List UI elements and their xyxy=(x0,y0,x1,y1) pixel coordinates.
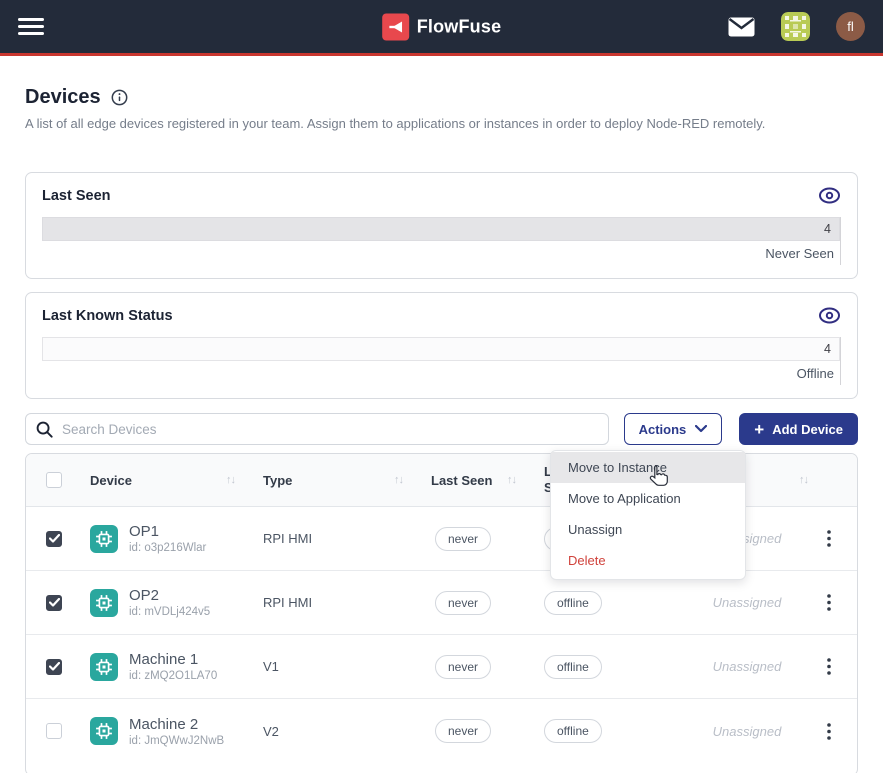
kebab-menu-icon[interactable] xyxy=(823,526,835,551)
last-seen-badge: never xyxy=(435,719,491,743)
sort-icon[interactable]: ↑↓ xyxy=(799,474,808,486)
device-name[interactable]: Machine 2 xyxy=(129,716,224,733)
sort-icon[interactable]: ↑↓ xyxy=(394,474,403,486)
col-type: Type ↑↓ xyxy=(263,473,431,488)
actions-label: Actions xyxy=(639,422,687,437)
page-subtitle: A list of all edge devices registered in… xyxy=(25,116,858,131)
menu-item-delete[interactable]: Delete xyxy=(551,545,745,576)
device-name[interactable]: OP1 xyxy=(129,523,206,540)
flowfuse-logo-icon xyxy=(382,13,409,40)
device-type: RPI HMI xyxy=(263,595,431,610)
card-title: Last Seen xyxy=(42,188,111,204)
row-checkbox[interactable] xyxy=(46,659,62,675)
user-avatar[interactable]: fl xyxy=(836,12,865,41)
last-seen-badge: never xyxy=(435,655,491,679)
table-row[interactable]: Machine 1 id: zMQ2O1LA70 V1 never offlin… xyxy=(26,635,857,699)
table-row[interactable]: OP2 id: mVDLj424v5 RPI HMI never offline… xyxy=(26,571,857,635)
sort-icon[interactable]: ↑↓ xyxy=(226,474,235,486)
kebab-menu-icon[interactable] xyxy=(823,590,835,615)
navbar: FlowFuse fl xyxy=(0,0,883,56)
status-badge: offline xyxy=(544,719,602,743)
row-checkbox[interactable] xyxy=(46,723,62,739)
page-title: Devices xyxy=(25,86,101,109)
device-type: V1 xyxy=(263,659,431,674)
eye-icon[interactable] xyxy=(818,307,841,324)
status-badge: offline xyxy=(544,655,602,679)
kebab-menu-icon[interactable] xyxy=(823,719,835,744)
menu-item-unassign[interactable]: Unassign xyxy=(551,514,745,545)
device-id: id: o3p216Wlar xyxy=(129,542,206,554)
assigned-label: Unassigned xyxy=(672,659,822,674)
bar-value: 4 xyxy=(824,342,831,356)
row-checkbox[interactable] xyxy=(46,595,62,611)
row-checkbox[interactable] xyxy=(46,531,62,547)
kebab-menu-icon[interactable] xyxy=(823,654,835,679)
actions-dropdown-menu: Move to Instance Move to Application Una… xyxy=(550,450,746,580)
last-known-status-card: Last Known Status 4 Offline xyxy=(25,292,858,399)
search-input[interactable] xyxy=(62,422,598,437)
bar-value: 4 xyxy=(824,222,831,236)
search-icon xyxy=(36,421,53,438)
assigned-label: Unassigned xyxy=(672,724,822,739)
card-title: Last Known Status xyxy=(42,308,173,324)
device-type: V2 xyxy=(263,724,431,739)
chevron-down-icon xyxy=(695,425,707,433)
mail-icon[interactable] xyxy=(728,17,755,37)
actions-button[interactable]: Actions xyxy=(624,413,723,445)
device-chip-icon xyxy=(90,589,118,617)
device-id: id: JmQWwJ2NwB xyxy=(129,735,224,747)
bar-category-label: Offline xyxy=(42,361,840,385)
menu-item-move-to-application[interactable]: Move to Application xyxy=(551,483,745,514)
bar-offline: 4 xyxy=(42,337,840,361)
brand[interactable]: FlowFuse xyxy=(382,13,502,40)
device-chip-icon xyxy=(90,717,118,745)
info-icon[interactable] xyxy=(111,89,128,106)
bar-never-seen: 4 xyxy=(42,217,840,241)
device-id: id: mVDLj424v5 xyxy=(129,606,210,618)
last-seen-card: Last Seen 4 Never Seen xyxy=(25,172,858,279)
add-device-label: Add Device xyxy=(772,422,843,437)
device-name[interactable]: OP2 xyxy=(129,587,210,604)
device-type: RPI HMI xyxy=(263,531,431,546)
col-last-seen: Last Seen ↑↓ xyxy=(431,473,544,488)
device-id: id: zMQ2O1LA70 xyxy=(129,670,217,682)
add-device-button[interactable]: + Add Device xyxy=(739,413,858,445)
team-avatar-icon[interactable] xyxy=(781,12,810,41)
device-name[interactable]: Machine 1 xyxy=(129,651,217,668)
eye-icon[interactable] xyxy=(818,187,841,204)
brand-name: FlowFuse xyxy=(417,16,502,37)
assigned-label: Unassigned xyxy=(672,595,822,610)
device-chip-icon xyxy=(90,653,118,681)
device-chip-icon xyxy=(90,525,118,553)
search-box[interactable] xyxy=(25,413,609,445)
last-seen-chart: 4 Never Seen xyxy=(42,217,841,265)
bar-category-label: Never Seen xyxy=(42,241,840,265)
select-all-checkbox[interactable] xyxy=(46,472,62,488)
last-known-status-chart: 4 Offline xyxy=(42,337,841,385)
last-seen-badge: never xyxy=(435,591,491,615)
hamburger-menu-icon[interactable] xyxy=(18,18,44,35)
menu-item-move-to-instance[interactable]: Move to Instance xyxy=(551,452,745,483)
sort-icon[interactable]: ↑↓ xyxy=(507,474,516,486)
status-badge: offline xyxy=(544,591,602,615)
table-row[interactable]: Machine 2 id: JmQWwJ2NwB V2 never offlin… xyxy=(26,699,857,763)
last-seen-badge: never xyxy=(435,527,491,551)
plus-icon: + xyxy=(754,421,764,438)
col-device: Device ↑↓ xyxy=(90,473,263,488)
